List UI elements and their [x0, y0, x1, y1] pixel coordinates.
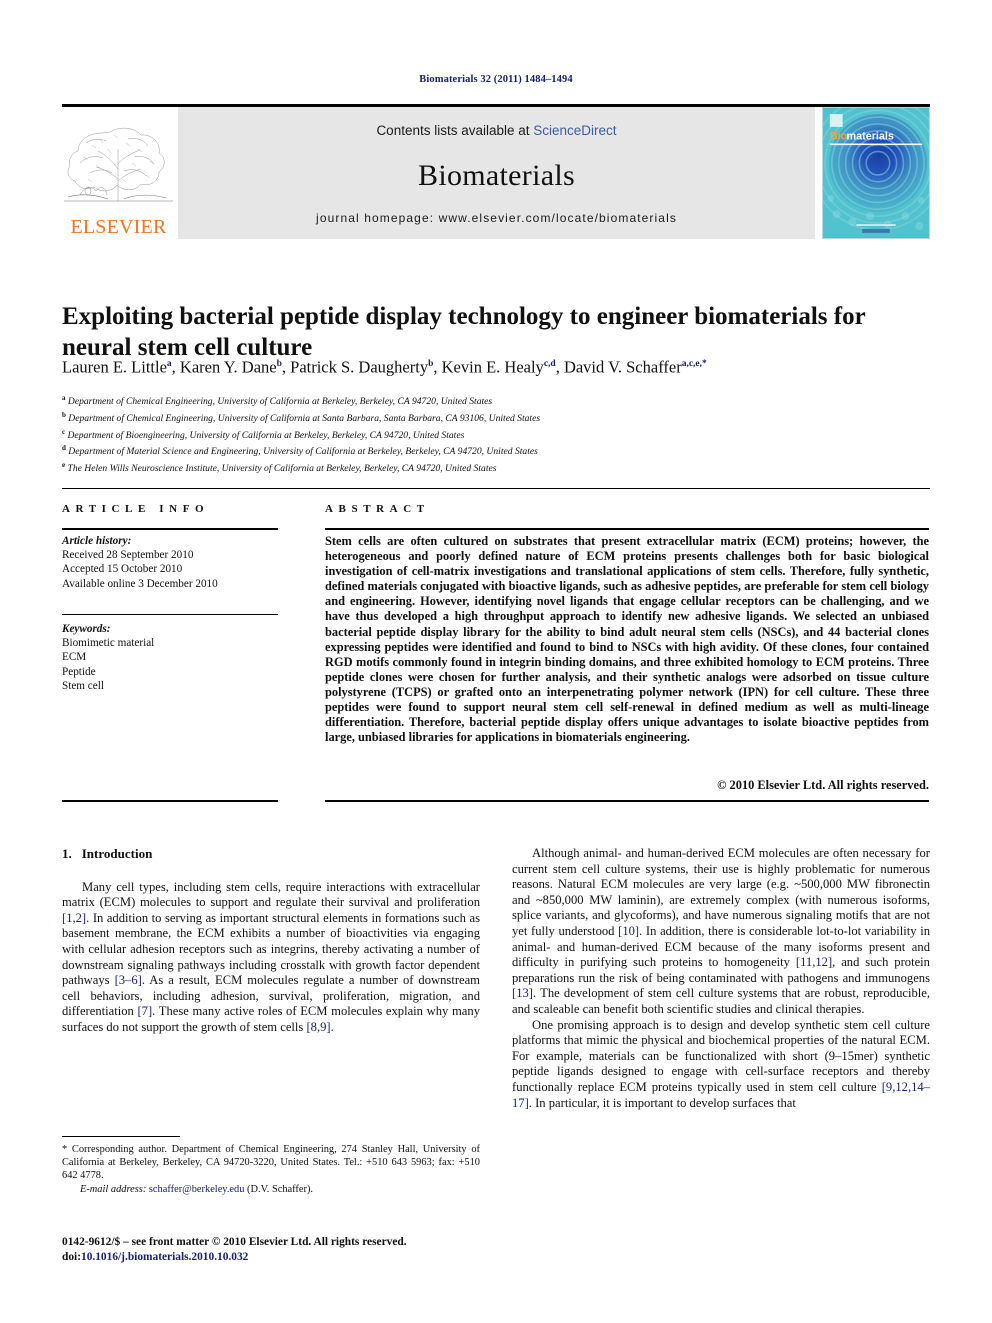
- journal-cover-thumbnail[interactable]: Bio materials: [822, 107, 930, 239]
- section-heading-introduction: 1. Introduction: [62, 846, 480, 862]
- keyword-item: Stem cell: [62, 679, 104, 692]
- keywords-divider-rule: [62, 614, 278, 615]
- citation-ref[interactable]: [11,12]: [796, 955, 832, 969]
- citation-ref[interactable]: [3–6]: [115, 973, 142, 987]
- citation-ref[interactable]: [7]: [137, 1004, 152, 1018]
- affiliation-marker: c: [62, 427, 66, 436]
- article-info-rule: [62, 528, 278, 530]
- article-history-label: Article history:: [62, 535, 132, 547]
- citation-ref[interactable]: [8,9]: [306, 1020, 330, 1034]
- author-name: David V. Schaffer: [563, 357, 682, 377]
- author-affiliation-marker: c,d: [543, 359, 556, 369]
- article-info-heading: ARTICLE INFO: [62, 503, 210, 515]
- affiliation-item: c Department of Bioengineering, Universi…: [62, 427, 465, 441]
- affiliation-item: a Department of Chemical Engineering, Un…: [62, 394, 493, 408]
- running-head: Biomaterials 32 (2011) 1484–1494: [419, 74, 573, 85]
- author-list: Lauren E. Littlea, Karen Y. Daneb, Patri…: [62, 357, 707, 377]
- body-column-right: Although animal- and human-derived ECM m…: [512, 846, 930, 1111]
- affiliation-marker: b: [62, 410, 66, 419]
- history-received: Received 28 September 2010: [62, 549, 194, 562]
- elsevier-logo[interactable]: ELSEVIER: [62, 107, 175, 239]
- contents-prefix: Contents lists available at: [376, 123, 534, 138]
- affiliation-marker: e: [62, 461, 66, 470]
- affiliation-item: d Department of Material Science and Eng…: [62, 444, 538, 458]
- author-name: Lauren E. Little: [62, 357, 167, 377]
- email-link[interactable]: schaffer@berkeley.edu: [149, 1184, 245, 1195]
- author-affiliation-marker: a,c,e,*: [681, 359, 707, 369]
- journal-article-page: Biomaterials 32 (2011) 1484–1494 ELSEVIE…: [0, 0, 992, 1323]
- author-name: Karen Y. Dane: [179, 357, 277, 377]
- keywords-block: Keywords: Biomimetic material ECM Peptid…: [62, 622, 292, 693]
- affiliation-item: e The Helen Wills Neuroscience Institute…: [62, 461, 497, 475]
- journal-band: Contents lists available at ScienceDirec…: [178, 107, 815, 239]
- cover-artwork: Bio materials: [823, 108, 929, 238]
- body-paragraph: Although animal- and human-derived ECM m…: [512, 846, 930, 1016]
- doi-line: doi:10.1016/j.biomaterials.2010.10.032: [62, 1250, 492, 1265]
- email-label: E-mail address:: [80, 1183, 147, 1195]
- info-abstract-top-rule: [62, 488, 930, 489]
- body-paragraph: One promising approach is to design and …: [512, 1017, 930, 1110]
- history-accepted: Accepted 15 October 2010: [62, 563, 183, 576]
- corresponding-author-footnote: * Corresponding author. Department of Ch…: [62, 1143, 480, 1196]
- author-affiliation-marker: b: [428, 359, 434, 369]
- body-column-left: 1. Introduction Many cell types, includin…: [62, 846, 480, 1036]
- author-name: Kevin E. Healy: [441, 357, 544, 377]
- abstract-copyright: © 2010 Elsevier Ltd. All rights reserved…: [717, 778, 929, 792]
- journal-masthead: ELSEVIER Contents lists available at Sci…: [62, 107, 930, 239]
- issn-front-matter: 0142-9612/$ – see front matter © 2010 El…: [62, 1236, 407, 1248]
- keyword-item: Biomimetic material: [62, 637, 155, 650]
- keyword-item: ECM: [62, 651, 87, 664]
- history-online: Available online 3 December 2010: [62, 577, 218, 590]
- author-name: Patrick S. Daugherty: [290, 357, 429, 377]
- affiliation-marker: a: [62, 394, 66, 402]
- doi-label: doi:: [62, 1251, 81, 1263]
- imprint-block: 0142-9612/$ – see front matter © 2010 El…: [62, 1235, 492, 1265]
- affiliation-list: a Department of Chemical Engineering, Un…: [62, 392, 932, 476]
- article-history: Article history: Received 28 September 2…: [62, 534, 292, 591]
- affiliation-marker: d: [62, 444, 66, 453]
- elsevier-tree-icon: [62, 109, 175, 209]
- author-affiliation-marker: b: [276, 359, 282, 369]
- footnote-rule: [62, 1136, 180, 1137]
- abstract-top-rule: [325, 528, 929, 530]
- citation-ref[interactable]: [13]: [512, 986, 533, 1000]
- section-title: Introduction: [81, 846, 153, 861]
- footnote-marker: *: [62, 1144, 68, 1155]
- body-paragraph: Many cell types, including stem cells, r…: [62, 879, 480, 1034]
- doi-link[interactable]: 10.1016/j.biomaterials.2010.10.032: [81, 1251, 248, 1263]
- citation-ref[interactable]: [1,2]: [62, 911, 86, 925]
- keyword-item: Peptide: [62, 665, 96, 678]
- sciencedirect-link[interactable]: ScienceDirect: [533, 123, 616, 138]
- section-number: 1.: [62, 846, 72, 861]
- journal-homepage-link[interactable]: journal homepage: www.elsevier.com/locat…: [178, 211, 815, 225]
- affiliation-item: b Department of Chemical Engineering, Un…: [62, 410, 541, 424]
- svg-text:Bio: Bio: [830, 131, 848, 143]
- email-owner: (D.V. Schaffer).: [247, 1183, 314, 1195]
- footnote-text: Corresponding author. Department of Chem…: [62, 1144, 480, 1182]
- citation-ref[interactable]: [9,12,14–17]: [512, 1080, 930, 1110]
- abstract-text: Stem cells are often cultured on substra…: [325, 534, 929, 745]
- abstract-bottom-rule: [325, 800, 929, 802]
- svg-text:materials: materials: [847, 131, 894, 143]
- journal-title: Biomaterials: [418, 159, 575, 192]
- author-affiliation-marker: a: [166, 359, 172, 369]
- keywords-label: Keywords:: [62, 623, 111, 635]
- article-info-bottom-rule: [62, 800, 278, 802]
- elsevier-wordmark: ELSEVIER: [70, 216, 167, 238]
- abstract-heading: ABSTRACT: [325, 503, 430, 515]
- contents-available-line: Contents lists available at ScienceDirec…: [178, 123, 815, 138]
- citation-ref[interactable]: [10]: [618, 924, 639, 938]
